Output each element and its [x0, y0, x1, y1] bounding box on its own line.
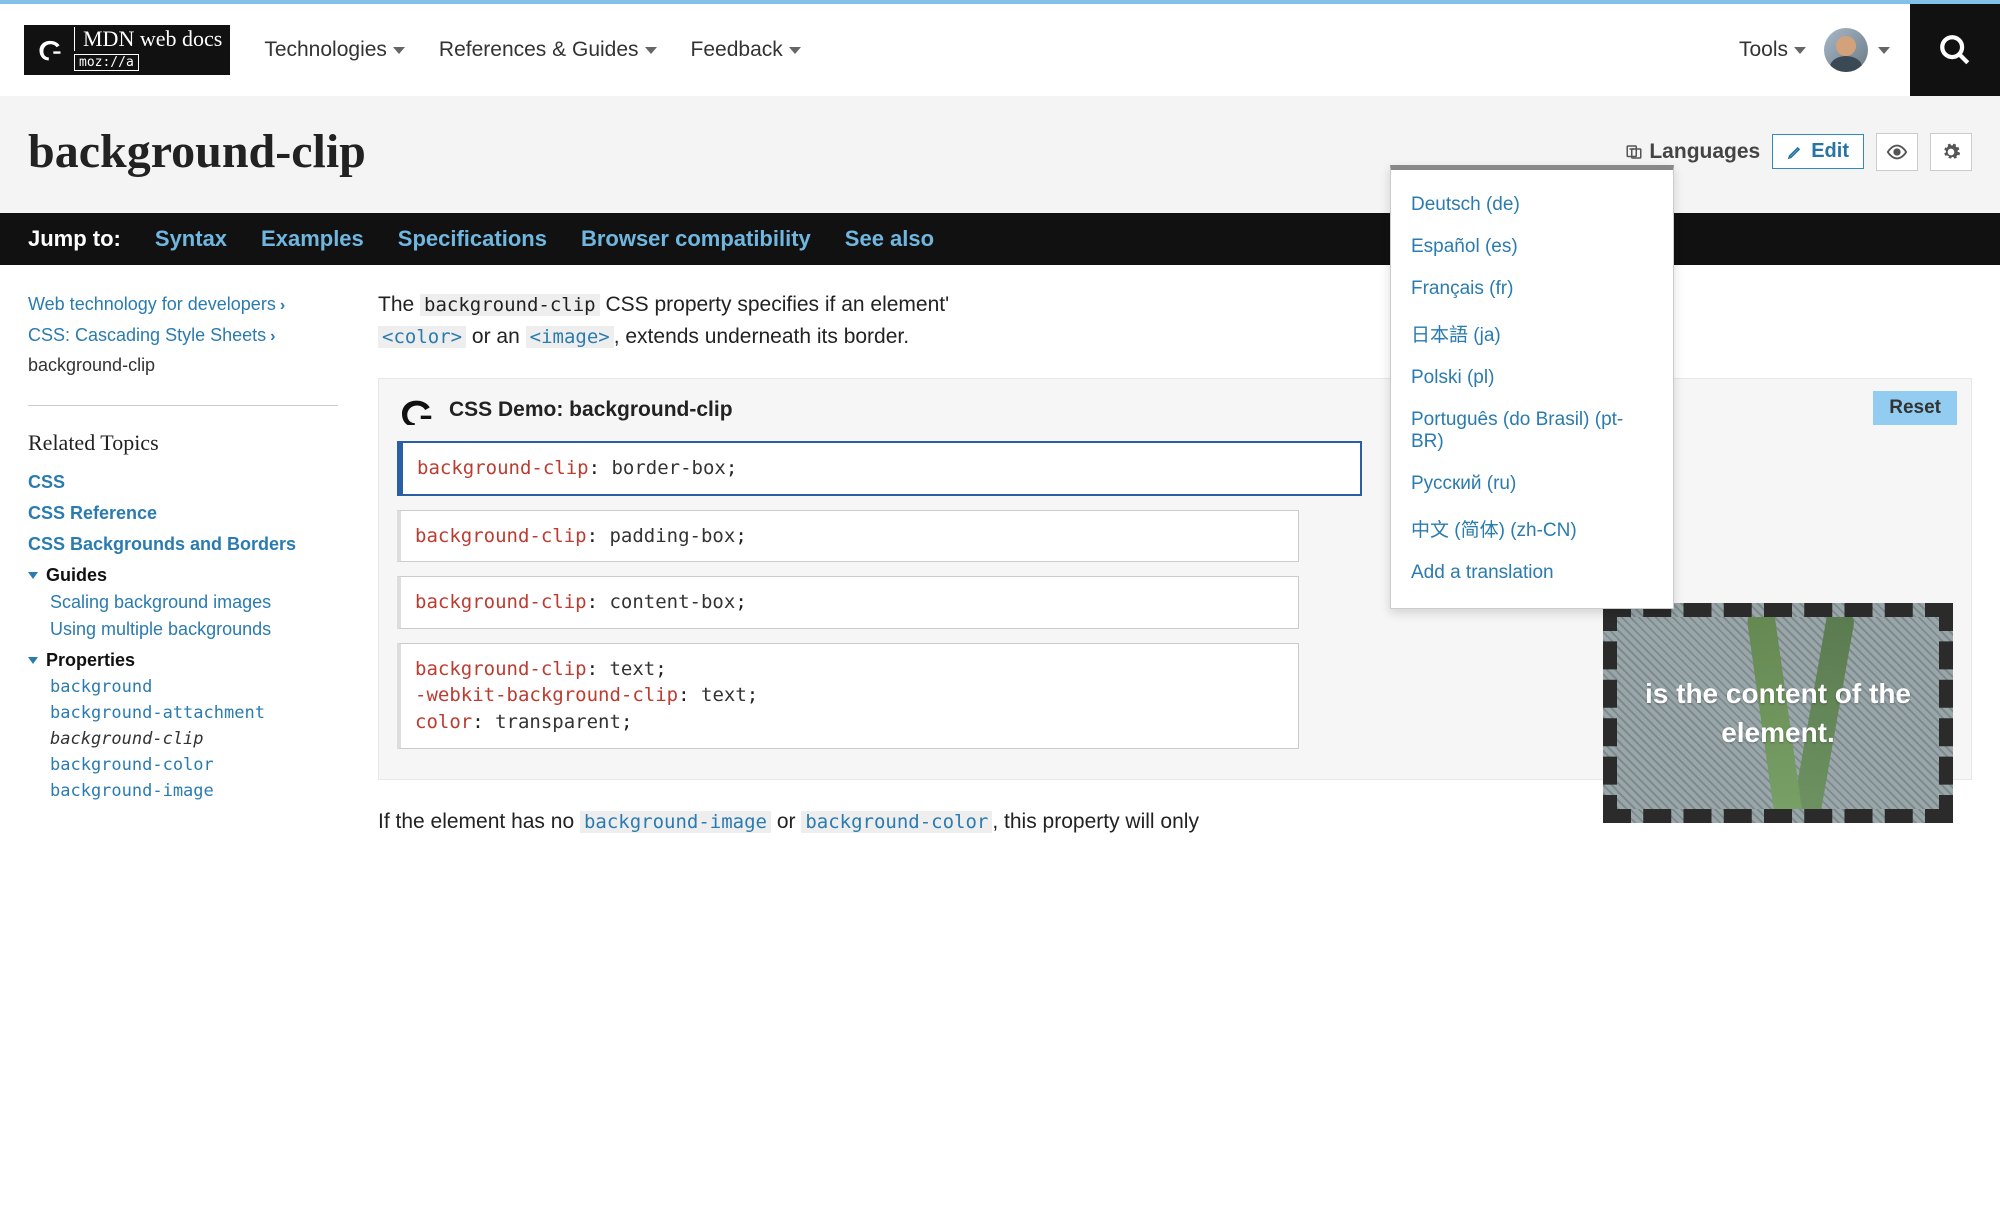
sidebar-section-properties[interactable]: Properties — [28, 650, 338, 671]
eye-icon — [1886, 141, 1908, 163]
jump-syntax[interactable]: Syntax — [155, 226, 227, 252]
main-navbar: MDN web docs moz://a Technologies Refere… — [0, 4, 2000, 96]
pencil-icon — [1787, 144, 1803, 160]
chevron-down-icon — [645, 47, 657, 54]
sidebar-prop-background-color[interactable]: background-color — [50, 755, 338, 775]
lang-option-fr[interactable]: Français (fr) — [1391, 268, 1673, 310]
code-snippet[interactable]: background-clip: text; -webkit-backgroun… — [397, 643, 1299, 749]
sidebar-divider — [28, 405, 338, 406]
code-snippet[interactable]: background-clip: border-box; — [397, 441, 1362, 496]
intro-text: or an — [466, 325, 526, 348]
code-snippet[interactable]: background-clip: content-box; — [397, 576, 1299, 629]
triangle-down-icon — [28, 572, 38, 579]
languages-button[interactable]: Languages — [1625, 140, 1760, 164]
title-bar: background-clip Languages Edit Deutsch (… — [0, 96, 2000, 213]
below-text: , this property will only — [992, 810, 1199, 833]
chevron-down-icon — [393, 47, 405, 54]
below-text: If the element has no — [378, 810, 580, 833]
chevron-down-icon — [1794, 47, 1806, 54]
nav-items: Technologies References & Guides Feedbac… — [264, 38, 800, 62]
settings-button[interactable] — [1930, 133, 1972, 171]
main-content: The background-clip CSS property specifi… — [378, 289, 1972, 837]
lang-option-ptbr[interactable]: Português (do Brasil) (pt-BR) — [1391, 399, 1673, 463]
lang-option-ru[interactable]: Русский (ru) — [1391, 463, 1673, 505]
search-button[interactable] — [1910, 4, 2000, 96]
jump-see-also[interactable]: See also — [845, 226, 934, 252]
demo-preview: is the content of the element. — [1603, 603, 1953, 823]
chevron-right-icon: › — [280, 297, 285, 314]
jump-browser-compat[interactable]: Browser compatibility — [581, 226, 811, 252]
user-avatar[interactable] — [1824, 28, 1868, 72]
breadcrumb-item[interactable]: Web technology for developers — [28, 294, 276, 314]
jump-bar: Jump to: Syntax Examples Specifications … — [0, 213, 2000, 265]
below-code-bg-image[interactable]: background-image — [580, 811, 771, 833]
globe-icon — [1625, 143, 1643, 161]
sidebar-section-guides[interactable]: Guides — [28, 565, 338, 586]
languages-label: Languages — [1649, 140, 1760, 164]
gear-icon — [1941, 142, 1961, 162]
preview-text: is the content of the element. — [1635, 674, 1921, 752]
nav-technologies[interactable]: Technologies — [264, 38, 405, 62]
edit-button[interactable]: Edit — [1772, 134, 1864, 169]
intro-code: background-clip — [420, 294, 600, 316]
code-snippet[interactable]: background-clip: padding-box; — [397, 510, 1299, 563]
below-text: or — [771, 810, 801, 833]
sidebar-prop-background[interactable]: background — [50, 677, 338, 697]
sidebar-section-label: Properties — [46, 650, 135, 671]
sidebar-prop-background-image[interactable]: background-image — [50, 781, 338, 801]
intro-paragraph: The background-clip CSS property specifi… — [378, 289, 1972, 352]
lang-option-ja[interactable]: 日本語 (ja) — [1391, 310, 1673, 357]
lang-option-de[interactable]: Deutsch (de) — [1391, 184, 1673, 226]
sidebar-heading: Related Topics — [28, 430, 338, 456]
watch-button[interactable] — [1876, 133, 1918, 171]
sidebar-section-label: Guides — [46, 565, 107, 586]
nav-feedback[interactable]: Feedback — [691, 38, 801, 62]
intro-link-color[interactable]: <color> — [378, 326, 466, 348]
nav-item-label: Tools — [1739, 38, 1788, 62]
dino-icon — [397, 395, 437, 425]
avatar-menu-caret[interactable] — [1878, 47, 1890, 54]
sidebar-link-css[interactable]: CSS — [28, 472, 338, 493]
logo-text-sub: moz://a — [74, 54, 139, 71]
dino-icon — [32, 31, 68, 67]
jump-label: Jump to: — [28, 226, 121, 252]
sidebar-prop-background-attachment[interactable]: background-attachment — [50, 703, 338, 723]
triangle-down-icon — [28, 657, 38, 664]
sidebar-link-css-backgrounds[interactable]: CSS Backgrounds and Borders — [28, 534, 338, 555]
page-title: background-clip — [28, 124, 366, 179]
below-code-bg-color[interactable]: background-color — [801, 811, 992, 833]
lang-option-zhcn[interactable]: 中文 (简体) (zh-CN) — [1391, 505, 1673, 552]
nav-tools[interactable]: Tools — [1739, 38, 1806, 62]
intro-text: The — [378, 293, 420, 316]
breadcrumb-item[interactable]: CSS: Cascading Style Sheets — [28, 325, 266, 345]
chevron-down-icon — [789, 47, 801, 54]
search-icon — [1938, 33, 1972, 67]
demo-title: CSS Demo: background-clip — [449, 398, 733, 422]
edit-label: Edit — [1811, 140, 1849, 163]
jump-specifications[interactable]: Specifications — [398, 226, 547, 252]
sidebar-sub-multiple[interactable]: Using multiple backgrounds — [50, 619, 338, 640]
breadcrumb-current: background-clip — [28, 350, 338, 381]
intro-link-image[interactable]: <image> — [526, 326, 614, 348]
nav-references-guides[interactable]: References & Guides — [439, 38, 657, 62]
lang-option-pl[interactable]: Polski (pl) — [1391, 357, 1673, 399]
logo-text-top: MDN web docs — [74, 27, 222, 50]
jump-examples[interactable]: Examples — [261, 226, 364, 252]
intro-text: , extends underneath its border. — [614, 325, 909, 348]
sidebar-prop-background-clip: background-clip — [50, 729, 338, 749]
reset-button[interactable]: Reset — [1873, 391, 1957, 425]
nav-item-label: Technologies — [264, 38, 387, 62]
lang-option-add[interactable]: Add a translation — [1391, 552, 1673, 594]
sidebar-sub-scaling[interactable]: Scaling background images — [50, 592, 338, 613]
demo-panel: CSS Demo: background-clip Reset backgrou… — [378, 378, 1972, 780]
nav-item-label: Feedback — [691, 38, 783, 62]
languages-dropdown: Deutsch (de) Español (es) Français (fr) … — [1390, 165, 1674, 609]
intro-text: CSS property specifies if an element' — [600, 293, 950, 316]
chevron-right-icon: › — [270, 328, 275, 345]
lang-option-es[interactable]: Español (es) — [1391, 226, 1673, 268]
site-logo[interactable]: MDN web docs moz://a — [24, 25, 230, 75]
sidebar: Web technology for developers› CSS: Casc… — [28, 289, 338, 837]
nav-item-label: References & Guides — [439, 38, 639, 62]
sidebar-link-css-reference[interactable]: CSS Reference — [28, 503, 338, 524]
